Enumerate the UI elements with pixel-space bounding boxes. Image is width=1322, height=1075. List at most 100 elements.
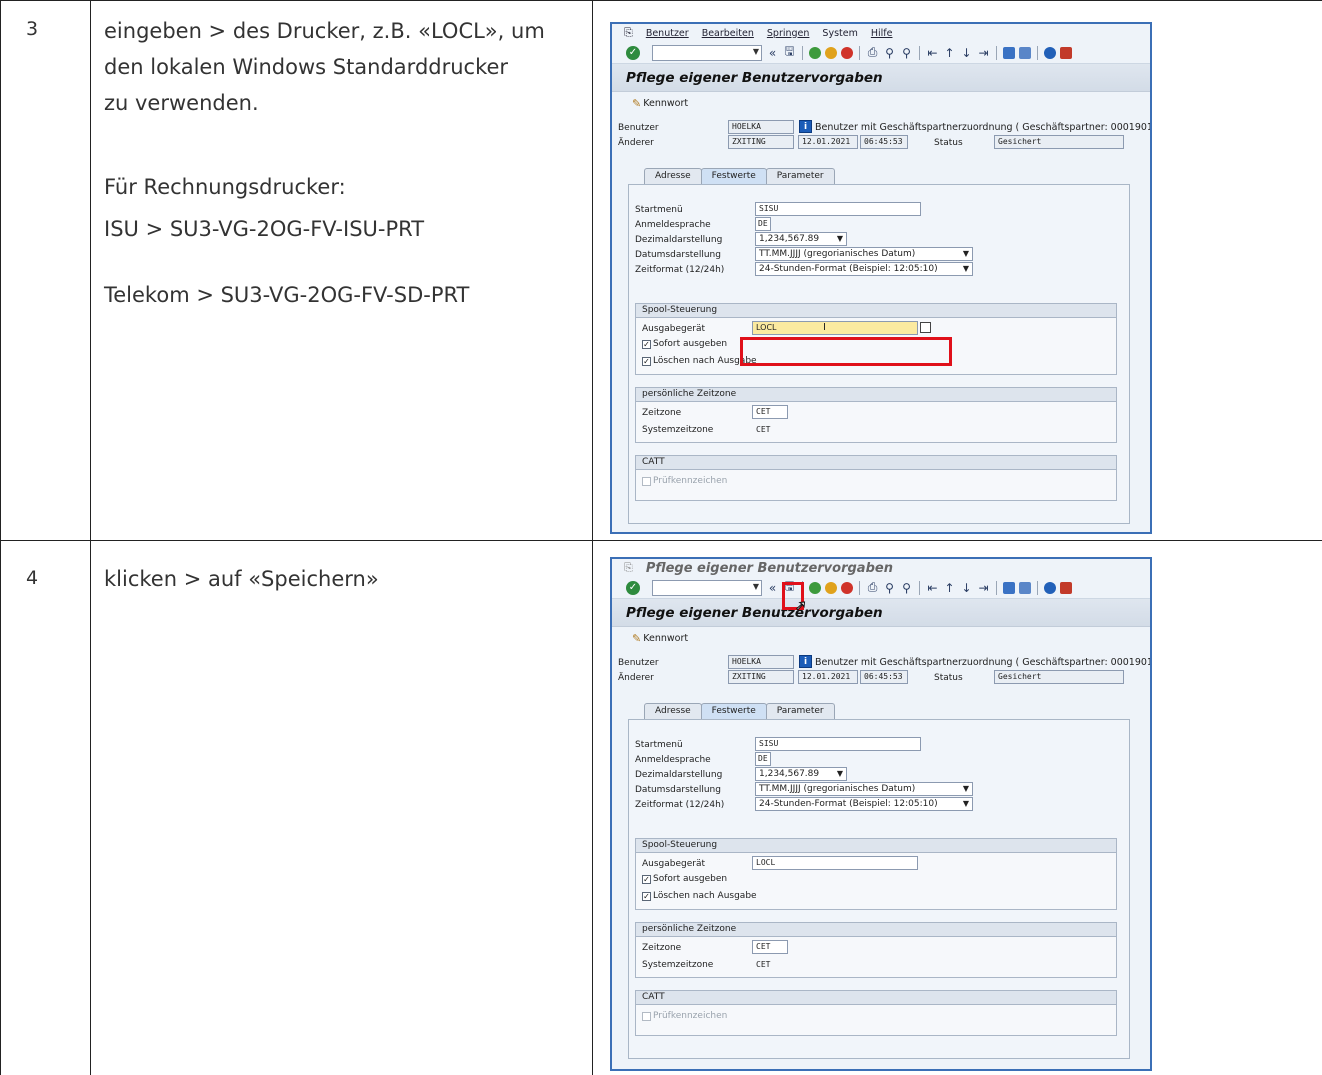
prev-page-icon[interactable]: ↑ [943, 581, 956, 595]
startmenu-field[interactable]: SISU [755, 737, 921, 751]
zeitzone-group-title: persönliche Zeitzone [636, 923, 1116, 937]
menu-item-benutzer[interactable]: Benutzer [646, 28, 689, 39]
zeitformat-value: 24-Stunden-Format (Beispiel: 12:05:10) [759, 799, 938, 809]
cancel-icon[interactable] [841, 46, 853, 59]
anmeldesprache-field[interactable]: DE [755, 752, 771, 766]
back-icon[interactable] [809, 581, 821, 594]
last-page-icon[interactable]: ⇥ [977, 581, 990, 595]
dezimal-dropdown[interactable]: 1,234,567.89 ▼ [755, 232, 847, 246]
prev-page-icon[interactable]: ↑ [943, 46, 956, 60]
exit-icon[interactable] [825, 581, 837, 594]
back-history-icon[interactable]: « [766, 581, 779, 595]
datum-dropdown[interactable]: TT.MM.JJJJ (gregorianisches Datum) ▼ [755, 247, 973, 261]
aenderer-field: ZXITING [728, 670, 794, 684]
exit-icon[interactable]: ⎘ [624, 26, 633, 40]
print-icon[interactable]: ⎙ [866, 580, 879, 595]
exit-icon[interactable] [825, 46, 837, 59]
chevron-down-icon: ▼ [962, 264, 969, 273]
kennwort-button[interactable]: Kennwort [643, 633, 688, 644]
zeitzone-field[interactable]: CET [752, 405, 788, 419]
menu-item-hilfe[interactable]: Hilfe [871, 28, 893, 39]
find-icon[interactable]: ⚲ [883, 581, 896, 595]
help-icon[interactable] [1044, 581, 1056, 594]
zeitformat-dropdown[interactable]: 24-Stunden-Format (Beispiel: 12:05:10) ▼ [755, 797, 973, 811]
back-icon[interactable] [809, 46, 821, 59]
toolbar-separator [859, 45, 860, 60]
next-page-icon[interactable]: ↓ [960, 46, 973, 60]
startmenu-field[interactable]: SISU [755, 202, 921, 216]
datum-value: TT.MM.JJJJ (gregorianisches Datum) [759, 249, 916, 259]
dezimal-label: Dezimaldarstellung [635, 770, 723, 780]
find-icon[interactable]: ⚲ [883, 46, 896, 60]
kennwort-button[interactable]: Kennwort [643, 98, 688, 109]
benutzer-field: HOELKA [728, 120, 794, 134]
info-icon[interactable]: i [799, 655, 812, 668]
ausgabe-label: Ausgabegerät [642, 324, 706, 334]
cancel-icon[interactable] [841, 581, 853, 594]
startmenu-label: Startmenü [635, 740, 683, 750]
step-number: 3 [26, 18, 39, 40]
value-help-icon[interactable] [920, 322, 931, 333]
ausgabe-label: Ausgabegerät [642, 859, 706, 869]
shortcut-icon[interactable] [1019, 581, 1031, 594]
menu-item-bearbeiten[interactable]: Bearbeiten [702, 28, 754, 39]
step-instructions: klicken > auf «Speichern» [104, 561, 584, 597]
pruef-checkbox: Prüfkennzeichen [642, 1011, 727, 1021]
first-page-icon[interactable]: ⇤ [926, 581, 939, 595]
back-history-icon[interactable]: « [766, 46, 779, 60]
new-session-icon[interactable] [1003, 581, 1015, 594]
dezimal-value: 1,234,567.89 [759, 234, 820, 244]
tab-parameter[interactable]: Parameter [765, 168, 835, 184]
info-icon[interactable]: i [799, 120, 812, 133]
ausgabe-field[interactable]: LOCL I [752, 321, 918, 335]
loeschen-label: Löschen nach Ausgabe [653, 891, 757, 901]
benutzer-label: Benutzer [618, 658, 659, 668]
menu-item-springen[interactable]: Springen [767, 28, 810, 39]
step-instructions: eingeben > des Drucker, z.B. «LOCL», um … [104, 13, 584, 313]
new-session-icon[interactable] [1003, 46, 1015, 59]
ausgabe-field[interactable]: LOCL [752, 856, 918, 870]
first-page-icon[interactable]: ⇤ [926, 46, 939, 60]
dezimal-dropdown[interactable]: 1,234,567.89 ▼ [755, 767, 847, 781]
next-page-icon[interactable]: ↓ [960, 581, 973, 595]
loeschen-checkbox[interactable]: ✓ Löschen nach Ausgabe [642, 891, 757, 901]
instruction-line: Telekom > SU3-VG-2OG-FV-SD-PRT [104, 283, 470, 307]
find-next-icon[interactable]: ⚲ [900, 581, 913, 595]
command-field[interactable]: ▼ [652, 579, 762, 596]
customize-layout-icon[interactable] [1060, 581, 1072, 594]
zeitformat-dropdown[interactable]: 24-Stunden-Format (Beispiel: 12:05:10) ▼ [755, 262, 973, 276]
menu-item-system[interactable]: System [822, 28, 857, 39]
zeitformat-label: Zeitformat (12/24h) [635, 265, 725, 275]
zeitzone-field[interactable]: CET [752, 940, 788, 954]
enter-icon[interactable]: ✓ [626, 580, 640, 595]
tab-parameter[interactable]: Parameter [765, 703, 835, 719]
tab-adresse[interactable]: Adresse [644, 168, 702, 184]
sofort-checkbox[interactable]: ✓ Sofort ausgeben [642, 339, 727, 349]
pruef-label: Prüfkennzeichen [653, 1011, 728, 1021]
ausgabe-value: LOCL [756, 323, 777, 332]
customize-layout-icon[interactable] [1060, 46, 1072, 59]
chevron-down-icon: ▼ [962, 799, 969, 808]
exit-icon[interactable]: ⎘ [624, 561, 633, 575]
table-col-divider-2 [592, 0, 593, 1075]
save-icon[interactable]: 🖫 [783, 42, 796, 63]
anmeldesprache-field[interactable]: DE [755, 217, 771, 231]
print-icon[interactable]: ⎙ [866, 45, 879, 60]
datum-dropdown[interactable]: TT.MM.JJJJ (gregorianisches Datum) ▼ [755, 782, 973, 796]
spool-group-title: Spool-Steuerung [636, 304, 1116, 318]
status-field: Gesichert [994, 670, 1124, 684]
aenderer-date-field: 12.01.2021 [798, 670, 858, 684]
toolbar-separator [919, 45, 920, 60]
tab-festwerte[interactable]: Festwerte [700, 168, 767, 184]
last-page-icon[interactable]: ⇥ [977, 46, 990, 60]
tab-festwerte[interactable]: Festwerte [700, 703, 767, 719]
shortcut-icon[interactable] [1019, 46, 1031, 59]
status-field: Gesichert [994, 135, 1124, 149]
sofort-checkbox[interactable]: ✓ Sofort ausgeben [642, 874, 727, 884]
enter-icon[interactable]: ✓ [626, 45, 640, 60]
screen-content: Benutzer HOELKA i Benutzer mit Geschäfts… [612, 649, 1150, 1069]
command-field[interactable]: ▼ [652, 44, 762, 61]
help-icon[interactable] [1044, 46, 1056, 59]
find-next-icon[interactable]: ⚲ [900, 46, 913, 60]
tab-adresse[interactable]: Adresse [644, 703, 702, 719]
